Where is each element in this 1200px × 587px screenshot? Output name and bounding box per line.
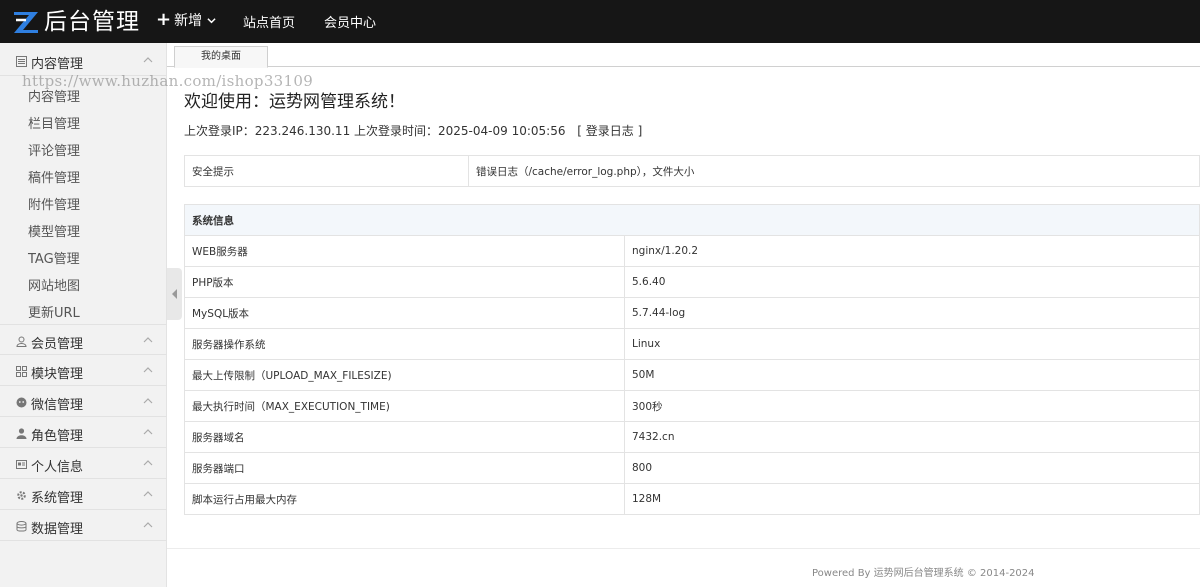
top-bar: 后台管理 + 新增 站点首页 会员中心 xyxy=(0,0,1200,43)
last-login-text: 上次登录IP：223.246.130.11 上次登录时间：2025-04-09 … xyxy=(184,124,566,138)
table-row: 服务器操作系统 Linux xyxy=(184,328,1200,360)
row-key: 最大执行时间（MAX_EXECUTION_TIME) xyxy=(184,390,625,422)
table-row: MySQL版本 5.7.44-log xyxy=(184,297,1200,329)
logo[interactable]: 后台管理 xyxy=(12,7,140,37)
chevron-up-icon xyxy=(143,491,153,497)
sidebar-item-update-url[interactable]: 更新URL xyxy=(28,302,80,321)
sidebar-group-label: 个人信息 xyxy=(31,460,84,475)
tab-bar: 我的桌面 xyxy=(167,43,1200,68)
wechat-icon xyxy=(16,397,27,408)
row-value: 128M xyxy=(624,483,1200,515)
login-log-link[interactable]: [ 登录日志 ] xyxy=(577,124,642,138)
table-row: 安全提示 错误日志（/cache/error_log.php），文件大小 xyxy=(184,155,1200,187)
table-row: 最大上传限制（UPLOAD_MAX_FILESIZE) 50M xyxy=(184,359,1200,391)
sidebar-group-wechat[interactable]: 微信管理 xyxy=(0,386,167,417)
sidebar-item-attachment[interactable]: 附件管理 xyxy=(28,194,80,213)
plus-icon: + xyxy=(156,9,172,30)
sidebar-group-label: 微信管理 xyxy=(31,398,84,413)
security-label: 安全提示 xyxy=(184,155,469,187)
watermark: https://www.huzhan.com/ishop33109 xyxy=(22,72,314,90)
sidebar-group-profile[interactable]: 个人信息 xyxy=(0,448,167,479)
chevron-up-icon xyxy=(143,337,153,343)
sidebar-group-system[interactable]: 系统管理 xyxy=(0,479,167,510)
table-row: 服务器域名 7432.cn xyxy=(184,421,1200,453)
welcome-heading: 欢迎使用：运势网管理系统！ xyxy=(184,92,405,112)
sidebar-group-label: 内容管理 xyxy=(31,57,84,72)
table-header-row: 系统信息 xyxy=(184,204,1200,236)
sidebar-group-label: 模块管理 xyxy=(31,367,84,382)
row-key: 服务器端口 xyxy=(184,452,625,484)
tab-my-desktop[interactable]: 我的桌面 xyxy=(174,46,268,68)
sidebar-group-label: 数据管理 xyxy=(31,522,84,537)
row-value: 5.7.44-log xyxy=(624,297,1200,329)
person-icon xyxy=(16,428,27,439)
row-key: 服务器域名 xyxy=(184,421,625,453)
chevron-up-icon xyxy=(143,398,153,404)
sidebar-group-module[interactable]: 模块管理 xyxy=(0,355,167,386)
table-row: WEB服务器 nginx/1.20.2 xyxy=(184,235,1200,267)
sidebar-group-label: 会员管理 xyxy=(31,337,84,352)
footer-divider xyxy=(167,548,1200,549)
row-key: 脚本运行占用最大内存 xyxy=(184,483,625,515)
database-icon xyxy=(16,521,27,532)
logo-z-icon xyxy=(12,9,40,35)
row-key: 最大上传限制（UPLOAD_MAX_FILESIZE) xyxy=(184,359,625,391)
chevron-up-icon xyxy=(143,57,153,63)
add-new-label: 新增 xyxy=(174,13,203,29)
sidebar-group-role[interactable]: 角色管理 xyxy=(0,417,167,448)
row-value: 300秒 xyxy=(624,390,1200,422)
sidebar-item-model[interactable]: 模型管理 xyxy=(28,221,80,240)
sysinfo-table: 系统信息 WEB服务器 nginx/1.20.2 PHP版本 5.6.40 MySQ… xyxy=(184,204,1200,515)
row-key: MySQL版本 xyxy=(184,297,625,329)
sidebar-item-sitemap[interactable]: 网站地图 xyxy=(28,275,80,294)
sidebar-group-member[interactable]: 会员管理 xyxy=(0,324,167,355)
modules-icon xyxy=(16,366,27,377)
nav-member-center[interactable]: 会员中心 xyxy=(324,12,376,31)
footer-copyright: Powered By 运势网后台管理系统 © 2014-2024 xyxy=(812,568,1035,579)
sidebar-group-data[interactable]: 数据管理 xyxy=(0,510,167,541)
row-value: 50M xyxy=(624,359,1200,391)
row-key: 服务器操作系统 xyxy=(184,328,625,360)
table-row: 最大执行时间（MAX_EXECUTION_TIME) 300秒 xyxy=(184,390,1200,422)
sidebar-item-comment[interactable]: 评论管理 xyxy=(28,140,80,159)
sysinfo-title: 系统信息 xyxy=(184,204,1200,236)
table-row: 服务器端口 800 xyxy=(184,452,1200,484)
grid-list-icon xyxy=(16,56,27,67)
nav-site-home[interactable]: 站点首页 xyxy=(243,12,295,31)
security-value: 错误日志（/cache/error_log.php），文件大小 xyxy=(468,155,1200,187)
row-key: WEB服务器 xyxy=(184,235,625,267)
table-row: PHP版本 5.6.40 xyxy=(184,266,1200,298)
last-login-info: 上次登录IP：223.246.130.11 上次登录时间：2025-04-09 … xyxy=(184,122,642,139)
sidebar: 内容管理 内容管理 栏目管理 评论管理 稿件管理 附件管理 模型管理 TAG管理… xyxy=(0,43,167,587)
logo-text: 后台管理 xyxy=(44,9,140,35)
row-value: 7432.cn xyxy=(624,421,1200,453)
sidebar-item-tag[interactable]: TAG管理 xyxy=(28,248,80,267)
row-value: Linux xyxy=(624,328,1200,360)
chevron-down-icon xyxy=(207,17,216,23)
sidebar-collapse-toggle[interactable] xyxy=(167,268,182,320)
chevron-up-icon xyxy=(143,522,153,528)
row-value: 5.6.40 xyxy=(624,266,1200,298)
sidebar-group-label: 角色管理 xyxy=(31,429,84,444)
add-new-menu[interactable]: + 新增 xyxy=(156,10,216,30)
chevron-up-icon xyxy=(143,429,153,435)
user-icon xyxy=(16,336,27,347)
table-row: 脚本运行占用最大内存 128M xyxy=(184,483,1200,515)
caret-left-icon xyxy=(172,289,177,299)
row-value: nginx/1.20.2 xyxy=(624,235,1200,267)
chevron-up-icon xyxy=(143,460,153,466)
chevron-up-icon xyxy=(143,367,153,373)
sidebar-group-label: 系统管理 xyxy=(31,491,84,506)
sidebar-item-column[interactable]: 栏目管理 xyxy=(28,113,80,132)
security-table: 安全提示 错误日志（/cache/error_log.php），文件大小 xyxy=(184,155,1200,187)
row-value: 800 xyxy=(624,452,1200,484)
sidebar-item-manuscript[interactable]: 稿件管理 xyxy=(28,167,80,186)
id-card-icon xyxy=(16,460,27,469)
gear-icon xyxy=(17,491,26,500)
row-key: PHP版本 xyxy=(184,266,625,298)
